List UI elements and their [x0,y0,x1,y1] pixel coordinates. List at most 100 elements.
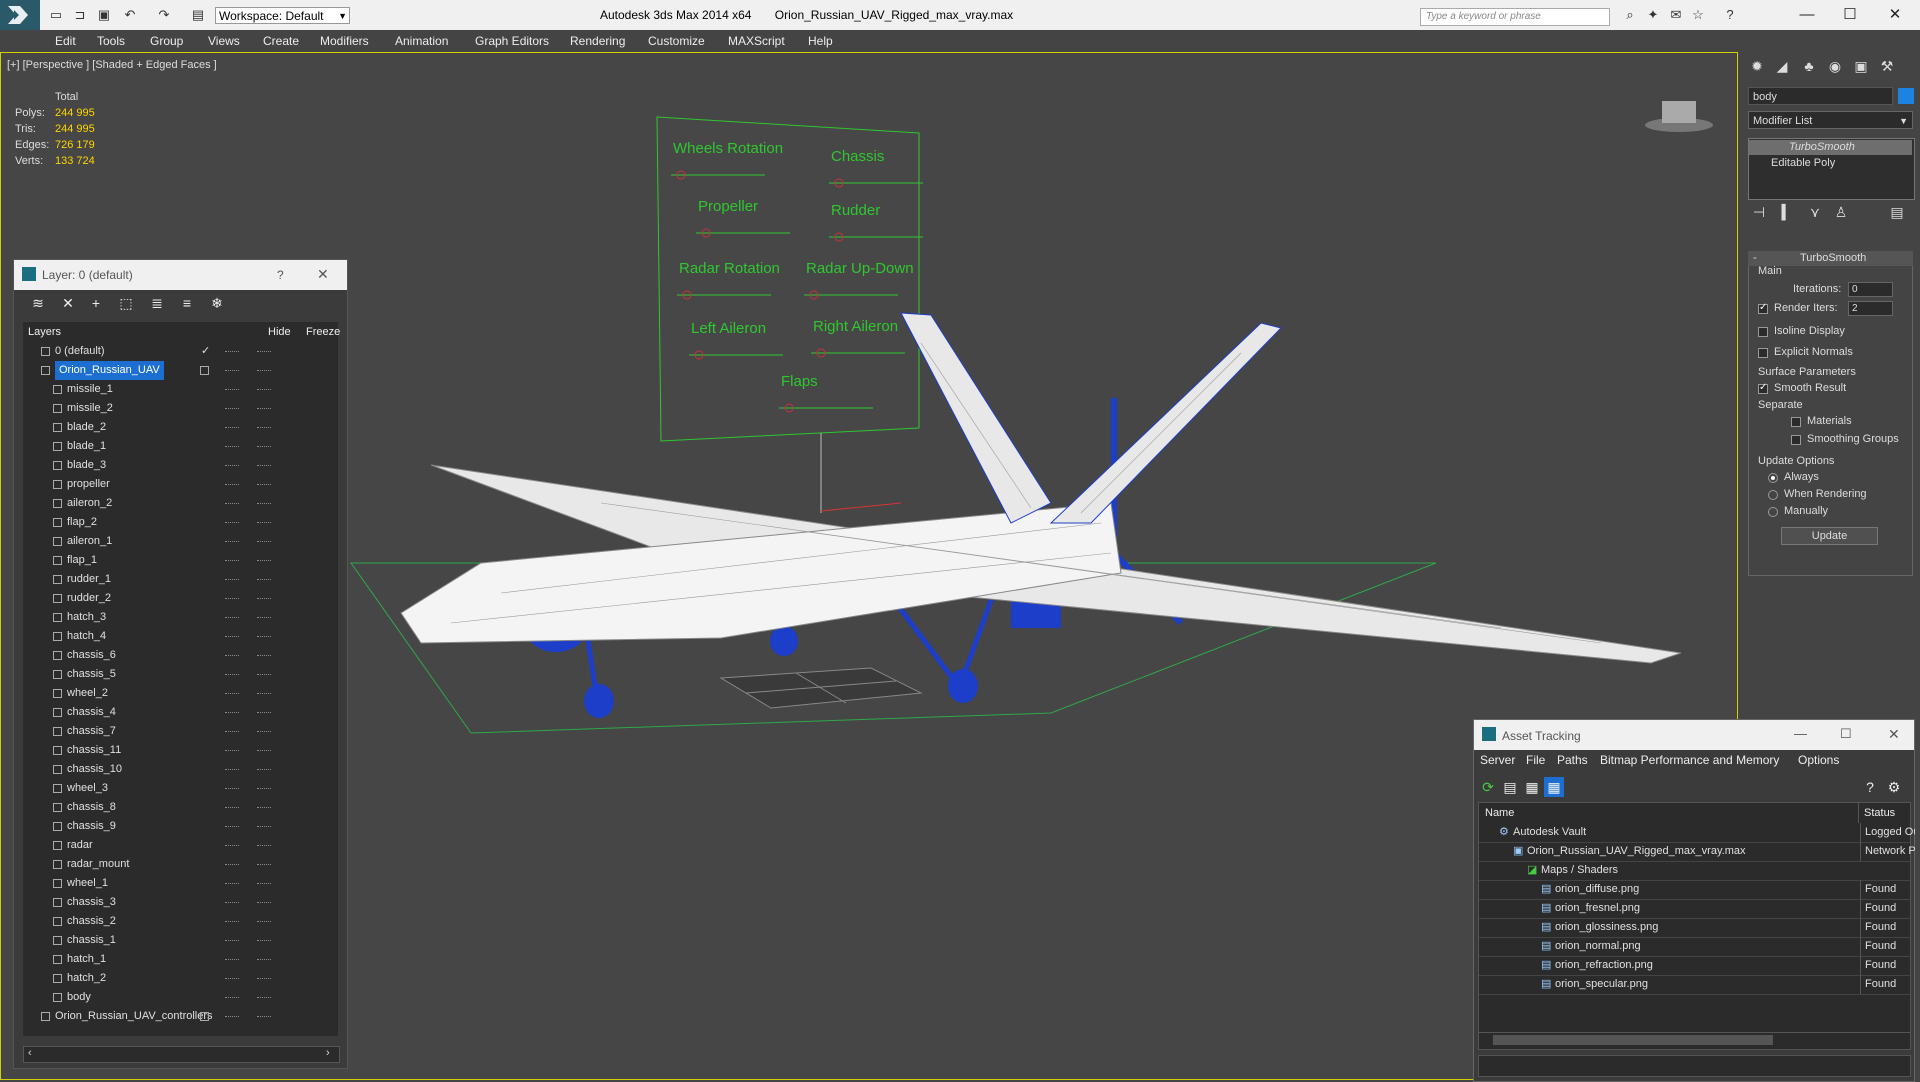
close-icon[interactable]: ✕ [1888,726,1900,743]
hide-toggle[interactable] [225,389,239,391]
favorites-star-icon[interactable]: ☆ [1690,7,1706,23]
freeze-toggle[interactable] [257,408,271,410]
asset-path-field[interactable] [1478,1055,1911,1077]
freeze-toggle[interactable] [257,674,271,676]
menu-options[interactable]: Options [1798,753,1839,767]
asset-tracking-titlebar[interactable]: Asset Tracking — ☐ ✕ [1474,720,1914,750]
layer-row[interactable]: propeller [23,475,338,494]
controller-label[interactable]: Radar Rotation [679,260,780,277]
layer-row[interactable]: radar [23,836,338,855]
layer-row[interactable]: chassis_7 [23,722,338,741]
asset-row[interactable]: ▤ orion_diffuse.png Found [1479,880,1910,900]
freeze-toggle[interactable] [257,465,271,467]
hide-toggle[interactable] [225,427,239,429]
hide-toggle[interactable] [225,541,239,543]
col-layers[interactable]: Layers [28,326,61,338]
freeze-toggle[interactable] [257,370,271,372]
freeze-toggle[interactable] [257,921,271,923]
freeze-toggle[interactable] [257,807,271,809]
menu-views[interactable]: Views [208,34,240,48]
hide-toggle[interactable] [225,598,239,600]
hide-toggle[interactable] [225,465,239,467]
hide-toggle[interactable] [225,655,239,657]
layer-row[interactable]: hatch_1 [23,950,338,969]
controller-label[interactable]: Flaps [781,373,818,390]
layer-row[interactable]: Orion_Russian_UAV_controllers [23,1007,338,1026]
options-icon[interactable]: ⚙ [1884,777,1904,797]
maximize-icon[interactable]: ☐ [1840,726,1852,742]
freeze-toggle[interactable] [257,940,271,942]
communication-icon[interactable]: ✉ [1668,7,1684,23]
freeze-toggle[interactable] [257,351,271,353]
controller-label[interactable]: Right Aileron [813,318,898,335]
layer-panel-titlebar[interactable]: Layer: 0 (default) ? ✕ [14,260,347,290]
freeze-toggle[interactable] [257,693,271,695]
select-objects-icon[interactable]: ⬚ [116,293,136,313]
maximize-button[interactable]: ☐ [1830,4,1870,26]
create-layer-icon[interactable]: ≋ [28,293,48,313]
motion-tab-icon[interactable]: ◉ [1824,56,1846,76]
col-freeze[interactable]: Freeze [306,326,340,338]
remove-modifier-icon[interactable]: ♙ [1830,202,1852,222]
hide-toggle[interactable] [225,731,239,733]
thumbnail-view-icon[interactable]: ▦ [1522,777,1542,797]
delete-layer-icon[interactable]: ✕ [58,293,78,313]
close-icon[interactable]: ✕ [317,266,329,283]
layer-row[interactable]: wheel_3 [23,779,338,798]
hide-toggle[interactable] [225,864,239,866]
controller-label[interactable]: Rudder [831,202,880,219]
freeze-all-icon[interactable]: ❄ [207,293,227,313]
layer-row[interactable]: flap_2 [23,513,338,532]
layer-row[interactable]: chassis_8 [23,798,338,817]
scroll-left-icon[interactable]: ‹ [28,1047,32,1059]
hide-toggle[interactable] [225,1016,239,1018]
layer-row[interactable]: rudder_2 [23,589,338,608]
smoothing-groups-checkbox[interactable] [1791,435,1801,445]
menu-server[interactable]: Server [1480,753,1515,767]
app-logo-icon[interactable] [0,0,40,30]
hide-toggle[interactable] [225,408,239,410]
asset-row[interactable]: ▤ orion_normal.png Found [1479,937,1910,957]
hide-toggle[interactable] [225,883,239,885]
freeze-toggle[interactable] [257,959,271,961]
make-unique-icon[interactable]: ⋎ [1804,202,1826,222]
controller-label[interactable]: Left Aileron [691,320,766,337]
layer-row[interactable]: wheel_2 [23,684,338,703]
freeze-toggle[interactable] [257,389,271,391]
modifier-list-dropdown[interactable]: Modifier List ▼ [1748,111,1913,129]
asset-row[interactable]: ▤ orion_fresnel.png Found [1479,899,1910,919]
help-button[interactable]: ? [277,268,284,282]
menu-create[interactable]: Create [263,34,299,48]
menu-help[interactable]: Help [808,34,833,48]
menu-group[interactable]: Group [150,34,183,48]
menu-tools[interactable]: Tools [97,34,125,48]
controller-label[interactable]: Chassis [831,148,884,165]
layer-row[interactable]: missile_1 [23,380,338,399]
controller-label[interactable]: Propeller [698,198,758,215]
scroll-thumb[interactable] [1493,1035,1773,1045]
keyword-search-input[interactable]: Type a keyword or phrase [1420,8,1610,26]
create-tab-icon[interactable]: ✹ [1746,56,1768,76]
layer-row[interactable]: hatch_3 [23,608,338,627]
show-end-result-icon[interactable]: ▍ [1776,202,1798,222]
col-hide[interactable]: Hide [268,326,291,338]
new-file-icon[interactable]: ▭ [48,7,64,23]
hide-toggle[interactable] [225,845,239,847]
stack-item-editable-poly[interactable]: Editable Poly [1749,156,1912,171]
layer-row[interactable]: blade_2 [23,418,338,437]
hide-toggle[interactable] [225,959,239,961]
hide-toggle[interactable] [225,522,239,524]
freeze-toggle[interactable] [257,750,271,752]
layer-row[interactable]: blade_3 [23,456,338,475]
layer-row[interactable]: body [23,988,338,1007]
hide-toggle[interactable] [225,750,239,752]
freeze-toggle[interactable] [257,769,271,771]
layer-row[interactable]: wheel_1 [23,874,338,893]
update-button[interactable]: Update [1781,527,1878,545]
viewport-label[interactable]: [+] [Perspective ] [Shaded + Edged Faces… [7,59,217,71]
asset-row[interactable]: ▣ Orion_Russian_UAV_Rigged_max_vray.max Ne… [1479,842,1915,862]
freeze-toggle[interactable] [257,522,271,524]
hide-toggle[interactable] [225,921,239,923]
binoculars-icon[interactable]: ⌕ [1622,7,1638,23]
workspace-dropdown[interactable]: Workspace: Default ▼ [215,7,350,24]
